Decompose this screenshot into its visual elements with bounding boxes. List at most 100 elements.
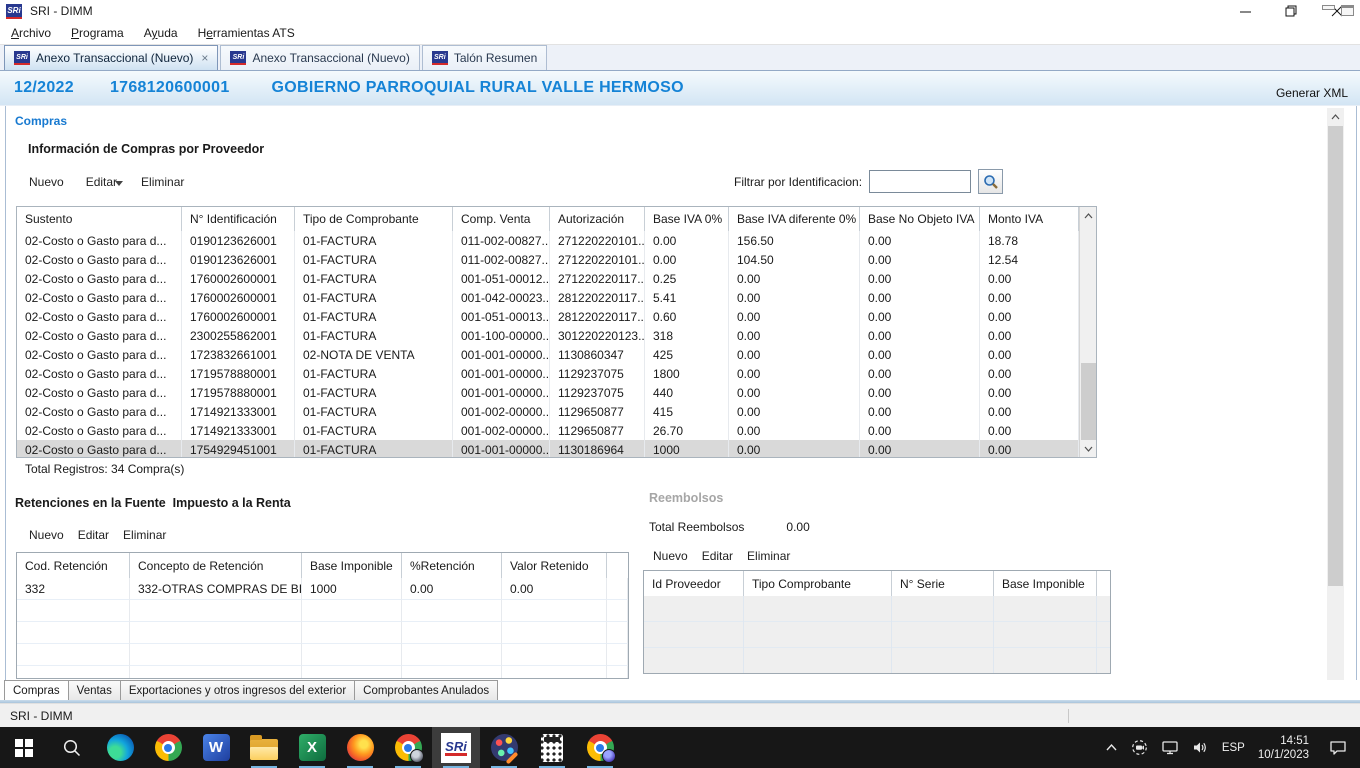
volume-icon[interactable] xyxy=(1192,740,1209,755)
tab-close-icon[interactable]: × xyxy=(201,53,208,63)
column-header[interactable]: Base No Objeto IVA xyxy=(860,207,980,231)
column-header[interactable]: Autorización xyxy=(550,207,645,231)
table-row[interactable]: 02-Costo o Gasto para d... 1760002600001… xyxy=(17,288,1079,307)
menu-item[interactable]: Archivo xyxy=(4,23,58,43)
nuevo-button[interactable]: Nuevo xyxy=(29,175,64,189)
menu-item[interactable]: Ayuda xyxy=(137,23,185,43)
reemb-eliminar-button[interactable]: Eliminar xyxy=(747,549,790,563)
taskbar-chrome[interactable] xyxy=(144,727,192,768)
total-registros: Total Registros: 34 Compra(s) xyxy=(25,462,184,476)
bottom-tab[interactable]: Exportaciones y otros ingresos del exter… xyxy=(120,680,354,700)
filter-search-button[interactable] xyxy=(978,169,1003,194)
taskbar-chrome-profile-2[interactable] xyxy=(576,727,624,768)
scroll-up-icon[interactable] xyxy=(1080,207,1097,224)
column-header[interactable]: %Retención xyxy=(402,553,502,578)
column-header[interactable]: N° Serie xyxy=(892,571,994,596)
sri-logo-icon: SRi xyxy=(230,51,246,65)
table-row[interactable]: 02-Costo o Gasto para d... 1714921333001… xyxy=(17,402,1079,421)
editor-tab[interactable]: SRi Talón Resumen × xyxy=(422,45,547,70)
editar-dropdown-icon[interactable] xyxy=(115,181,123,186)
scrollbar-thumb[interactable] xyxy=(1328,126,1343,586)
taskbar-search-button[interactable] xyxy=(48,727,96,768)
table-row[interactable]: 02-Costo o Gasto para d... 1760002600001… xyxy=(17,269,1079,288)
taskbar-chrome-profile[interactable] xyxy=(384,727,432,768)
eliminar-button[interactable]: Eliminar xyxy=(141,175,184,189)
profile-badge-icon xyxy=(602,749,616,763)
reemb-editar-button[interactable]: Editar xyxy=(702,549,733,563)
tab-label: Anexo Transaccional (Nuevo) xyxy=(252,51,409,65)
table-row[interactable]: 02-Costo o Gasto para d... 1760002600001… xyxy=(17,307,1079,326)
start-button[interactable] xyxy=(0,727,48,768)
bottom-tab[interactable]: Comprobantes Anulados xyxy=(354,680,498,700)
reembolsos-total: Total Reembolsos 0.00 xyxy=(649,520,810,534)
editor-tab[interactable]: SRi Anexo Transaccional (Nuevo) × xyxy=(220,45,419,70)
status-text: SRI - DIMM xyxy=(10,709,73,723)
table-row[interactable]: 02-Costo o Gasto para d... 1723832661001… xyxy=(17,345,1079,364)
taskbar-file-explorer[interactable] xyxy=(240,727,288,768)
column-header[interactable]: Valor Retenido xyxy=(502,553,607,578)
column-header[interactable]: Cod. Retención xyxy=(17,553,130,578)
ret-nuevo-button[interactable]: Nuevo xyxy=(29,528,64,542)
table-row[interactable]: 02-Costo o Gasto para d... 0190123626001… xyxy=(17,231,1079,250)
status-bar: SRI - DIMM xyxy=(0,703,1360,727)
hidden-icons-chevron[interactable] xyxy=(1105,743,1118,752)
restore-button[interactable] xyxy=(1268,0,1314,22)
generar-xml-button[interactable]: Generar XML xyxy=(1276,86,1348,105)
editor-tab[interactable]: SRi Anexo Transaccional (Nuevo) × xyxy=(4,45,218,70)
scroll-up-icon[interactable] xyxy=(1327,108,1344,125)
pane-minimize-icon[interactable] xyxy=(1322,5,1335,10)
column-header[interactable]: Tipo de Comprobante xyxy=(295,207,453,231)
column-header[interactable]: Monto IVA xyxy=(980,207,1079,231)
app-logo-icon: SRi xyxy=(6,4,22,19)
scrollbar-thumb[interactable] xyxy=(1081,363,1096,440)
search-icon xyxy=(983,174,999,190)
column-header[interactable]: Base IVA 0% xyxy=(645,207,729,231)
column-header[interactable]: N° Identificación xyxy=(182,207,295,231)
column-header[interactable]: Sustento xyxy=(17,207,182,231)
taskbar-calculator[interactable] xyxy=(528,727,576,768)
search-icon xyxy=(62,738,82,758)
menu-item[interactable]: Herramientas ATS xyxy=(191,23,302,43)
column-header[interactable]: Concepto de Retención xyxy=(130,553,302,578)
editar-button[interactable]: Editar xyxy=(86,175,117,189)
table-row[interactable]: 02-Costo o Gasto para d... 1714921333001… xyxy=(17,421,1079,440)
pane-maximize-icon[interactable] xyxy=(1341,5,1354,16)
reemb-nuevo-button[interactable]: Nuevo xyxy=(653,549,688,563)
table-row[interactable]: 02-Costo o Gasto para d... 1719578880001… xyxy=(17,383,1079,402)
column-header[interactable]: Id Proveedor xyxy=(644,571,744,596)
taskbar-firefox[interactable] xyxy=(336,727,384,768)
ret-eliminar-button[interactable]: Eliminar xyxy=(123,528,166,542)
column-header[interactable]: Tipo Comprobante xyxy=(744,571,892,596)
screen-capture-icon[interactable] xyxy=(1131,739,1148,756)
table-row[interactable]: 02-Costo o Gasto para d... 0190123626001… xyxy=(17,250,1079,269)
taskbar-paint[interactable] xyxy=(480,727,528,768)
menu-bar: Archivo Programa Ayuda Herramientas ATS xyxy=(0,22,1360,45)
taskbar-sri-dimm[interactable]: SRi xyxy=(432,727,480,768)
taskbar-edge[interactable] xyxy=(96,727,144,768)
table-row[interactable]: 02-Costo o Gasto para d... 1754929451001… xyxy=(17,440,1079,458)
language-indicator[interactable]: ESP xyxy=(1222,742,1245,754)
bottom-tab[interactable]: Compras xyxy=(4,680,68,700)
calculator-icon xyxy=(541,734,563,762)
network-icon[interactable] xyxy=(1161,740,1179,755)
column-header[interactable]: Base IVA diferente 0% xyxy=(729,207,860,231)
taskbar-word[interactable]: W xyxy=(192,727,240,768)
compras-table-scrollbar[interactable] xyxy=(1079,207,1096,457)
scroll-down-icon[interactable] xyxy=(1080,440,1097,457)
filter-input[interactable] xyxy=(869,170,971,193)
taskbar-clock[interactable]: 14:51 10/1/2023 xyxy=(1258,734,1309,762)
table-row[interactable]: 332 332-OTRAS COMPRAS DE BIE... 1000 0.0… xyxy=(17,578,628,600)
menu-item[interactable]: Programa xyxy=(64,23,131,43)
minimize-button[interactable] xyxy=(1222,0,1268,22)
column-header[interactable]: Comp. Venta xyxy=(453,207,550,231)
bottom-tab[interactable]: Ventas xyxy=(68,680,120,700)
ret-editar-button[interactable]: Editar xyxy=(78,528,109,542)
table-row[interactable]: 02-Costo o Gasto para d... 2300255862001… xyxy=(17,326,1079,345)
column-header[interactable]: Base Imponible xyxy=(994,571,1097,596)
taskbar-excel[interactable]: X xyxy=(288,727,336,768)
compras-table-body: 02-Costo o Gasto para d... 0190123626001… xyxy=(17,231,1079,458)
panel-scrollbar[interactable] xyxy=(1327,108,1344,696)
notification-icon[interactable] xyxy=(1328,739,1348,756)
column-header[interactable]: Base Imponible xyxy=(302,553,402,578)
table-row[interactable]: 02-Costo o Gasto para d... 1719578880001… xyxy=(17,364,1079,383)
